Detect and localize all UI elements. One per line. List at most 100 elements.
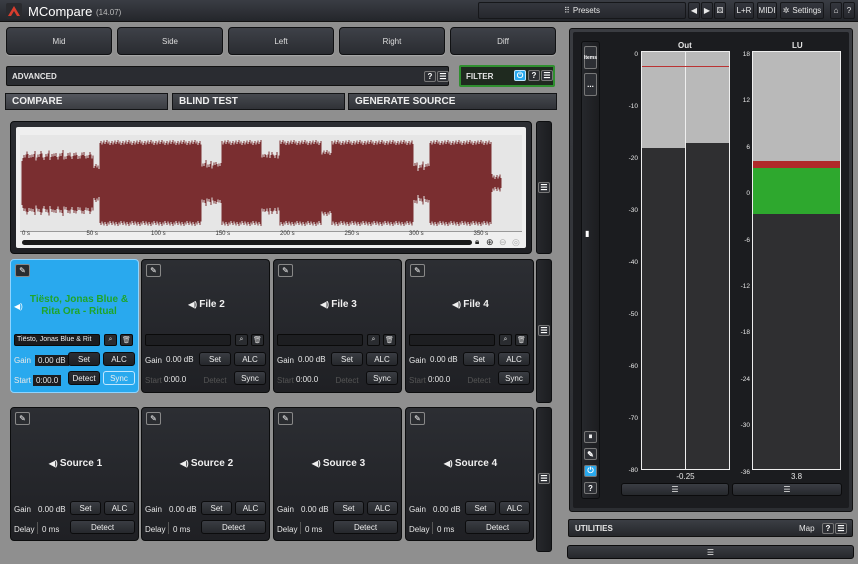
set-button[interactable]: Set xyxy=(465,501,496,515)
alc-button[interactable]: ALC xyxy=(234,352,266,366)
set-button[interactable]: Set xyxy=(331,352,363,366)
detect-button[interactable]: Detect xyxy=(331,376,363,385)
detect-button[interactable]: Detect xyxy=(70,520,135,534)
lr-button[interactable]: L+R xyxy=(734,2,754,19)
gain-value[interactable]: 0.00 dB xyxy=(38,505,66,514)
filter-bar[interactable]: FILTER ⏻ ? ☰ xyxy=(459,65,555,87)
edit-icon[interactable]: ✎ xyxy=(146,264,161,277)
trash-icon[interactable]: 🗑︎ xyxy=(515,334,528,346)
side-button[interactable]: Side xyxy=(117,27,223,55)
gain-value[interactable]: 0.00 dB xyxy=(166,355,194,364)
source-slot[interactable]: ✎ ◀) Source 2 Gain 0.00 dB Set ALC Delay 0 ms De… xyxy=(141,407,270,541)
edit-icon[interactable]: ✎ xyxy=(146,412,161,425)
bottom-collapse-button[interactable]: ☰ xyxy=(567,545,854,559)
lu-meter[interactable] xyxy=(752,51,841,470)
start-value[interactable]: 0:00.0 xyxy=(428,375,450,384)
alc-button[interactable]: ALC xyxy=(366,352,398,366)
sources-menu-button[interactable]: ☰ xyxy=(538,473,550,484)
set-button[interactable]: Set xyxy=(201,501,232,515)
utilities-help-button[interactable]: ? xyxy=(822,523,834,534)
tab-generate-source[interactable]: GENERATE SOURCE xyxy=(348,93,557,110)
edit-icon[interactable]: ✎ xyxy=(15,412,30,425)
file-slot[interactable]: ✎ ◀) File 4 ⌕ 🗑︎ Gain 0.00 dB Set ALC Start 0:00.… xyxy=(405,259,534,393)
alc-button[interactable]: ALC xyxy=(104,501,135,515)
detect-button[interactable]: Detect xyxy=(463,376,495,385)
trash-icon[interactable]: 🗑︎ xyxy=(383,334,396,346)
waveform-menu-button[interactable]: ☰ xyxy=(538,182,550,193)
detect-button[interactable]: Detect xyxy=(199,376,231,385)
out-meter[interactable] xyxy=(641,51,730,470)
files-menu-button[interactable]: ☰ xyxy=(538,325,550,336)
diff-button[interactable]: Diff xyxy=(450,27,556,55)
gain-value[interactable]: 0.00 dB xyxy=(301,505,329,514)
filter-power-button[interactable]: ⏻ xyxy=(514,70,526,81)
home-button[interactable]: ⌂ xyxy=(830,2,842,19)
right-button[interactable]: Right xyxy=(339,27,445,55)
search-icon[interactable]: ⌕ xyxy=(499,334,512,346)
set-button[interactable]: Set xyxy=(70,501,101,515)
file-slot[interactable]: ✎ ◀) File 3 ⌕ 🗑︎ Gain 0.00 dB Set ALC Start 0:00.… xyxy=(273,259,402,393)
sync-button[interactable]: Sync xyxy=(366,371,398,385)
gain-value[interactable]: 0.00 dB xyxy=(430,355,458,364)
gain-value[interactable]: 0.00 dB xyxy=(298,355,326,364)
edit-icon[interactable]: ✎ xyxy=(278,412,293,425)
file-slot[interactable]: ✎ ◀) Tiësto, Jonas Blue & Rita Ora - Ritua… xyxy=(10,259,139,393)
mid-button[interactable]: Mid xyxy=(6,27,112,55)
filter-menu-button[interactable]: ☰ xyxy=(541,70,553,81)
files-collapse-strip[interactable]: ☰ xyxy=(536,259,552,403)
settings-button[interactable]: ✲ Settings xyxy=(780,2,824,19)
advanced-menu-button[interactable]: ☰ xyxy=(437,71,449,82)
more-button[interactable]: ... xyxy=(584,73,597,96)
utilities-menu-button[interactable]: ☰ xyxy=(835,523,847,534)
source-slot[interactable]: ✎ ◀) Source 1 Gain 0.00 dB Set ALC Delay 0 ms De… xyxy=(10,407,139,541)
previous-preset-button[interactable]: ◀ xyxy=(688,2,700,19)
meter-help-button[interactable]: ? xyxy=(584,482,597,494)
search-icon[interactable]: ⌕ xyxy=(104,334,117,346)
advanced-help-button[interactable]: ? xyxy=(424,71,436,82)
file-path-field[interactable] xyxy=(145,334,231,346)
start-value[interactable]: 0:00.0 xyxy=(33,375,62,386)
alc-button[interactable]: ALC xyxy=(103,352,135,366)
alc-button[interactable]: ALC xyxy=(498,352,530,366)
set-button[interactable]: Set xyxy=(333,501,364,515)
meter-power-button[interactable]: ⏻ xyxy=(584,465,597,477)
waveform-graph[interactable] xyxy=(20,135,522,231)
source-slot[interactable]: ✎ ◀) Source 3 Gain 0.00 dB Set ALC Delay 0 ms De… xyxy=(273,407,402,541)
random-preset-button[interactable]: ⚄ xyxy=(714,2,726,19)
pause-button[interactable]: ⏸ xyxy=(584,431,597,443)
trash-icon[interactable]: 🗑︎ xyxy=(120,334,133,346)
detect-button[interactable]: Detect xyxy=(201,520,266,534)
lu-menu-button[interactable]: ☰ xyxy=(732,483,842,496)
sources-collapse-strip[interactable]: ☰ xyxy=(536,407,552,552)
edit-icon[interactable]: ✎ xyxy=(584,448,597,460)
file-path-field[interactable] xyxy=(277,334,363,346)
midi-button[interactable]: MIDI xyxy=(757,2,777,19)
file-path-field[interactable]: Tiësto, Jonas Blue & Rit xyxy=(14,334,100,346)
search-icon[interactable]: ⌕ xyxy=(235,334,248,346)
zoom-in-icon[interactable]: ⊕ xyxy=(486,237,494,248)
presets-button[interactable]: ⠿ Presets xyxy=(478,2,686,19)
set-button[interactable]: Set xyxy=(463,352,495,366)
zoom-fit-icon[interactable]: ◎ xyxy=(512,237,520,248)
gain-value[interactable]: 0.00 dB xyxy=(169,505,197,514)
sync-button[interactable]: Sync xyxy=(234,371,266,385)
advanced-bar[interactable]: ADVANCED ? ☰ xyxy=(6,66,449,86)
items-button[interactable]: Items xyxy=(584,46,597,69)
tab-compare[interactable]: COMPARE xyxy=(5,93,168,110)
waveform-area[interactable]: 0 s 50 s 100 s 150 s 200 s 250 s 300 s 350 s 🔒︎… xyxy=(16,127,526,248)
filter-help-button[interactable]: ? xyxy=(528,70,540,81)
source-slot[interactable]: ✎ ◀) Source 4 Gain 0.00 dB Set ALC Delay 0 ms De… xyxy=(405,407,534,541)
edit-icon[interactable]: ✎ xyxy=(410,264,425,277)
edit-icon[interactable]: ✎ xyxy=(410,412,425,425)
start-value[interactable]: 0:00.0 xyxy=(164,375,186,384)
utilities-bar[interactable]: UTILITIES Map ? ☰ xyxy=(568,519,853,537)
gain-value[interactable]: 0.00 dB xyxy=(433,505,461,514)
detect-button[interactable]: Detect xyxy=(68,371,100,385)
detect-button[interactable]: Detect xyxy=(333,520,398,534)
edit-icon[interactable]: ✎ xyxy=(15,264,30,277)
sync-button[interactable]: Sync xyxy=(103,371,135,385)
zoom-out-icon[interactable]: ⊖ xyxy=(499,237,507,248)
out-menu-button[interactable]: ☰ xyxy=(621,483,729,496)
delay-value[interactable]: 0 ms xyxy=(437,525,454,534)
file-slot[interactable]: ✎ ◀) File 2 ⌕ 🗑︎ Gain 0.00 dB Set ALC Start 0:00.… xyxy=(141,259,270,393)
